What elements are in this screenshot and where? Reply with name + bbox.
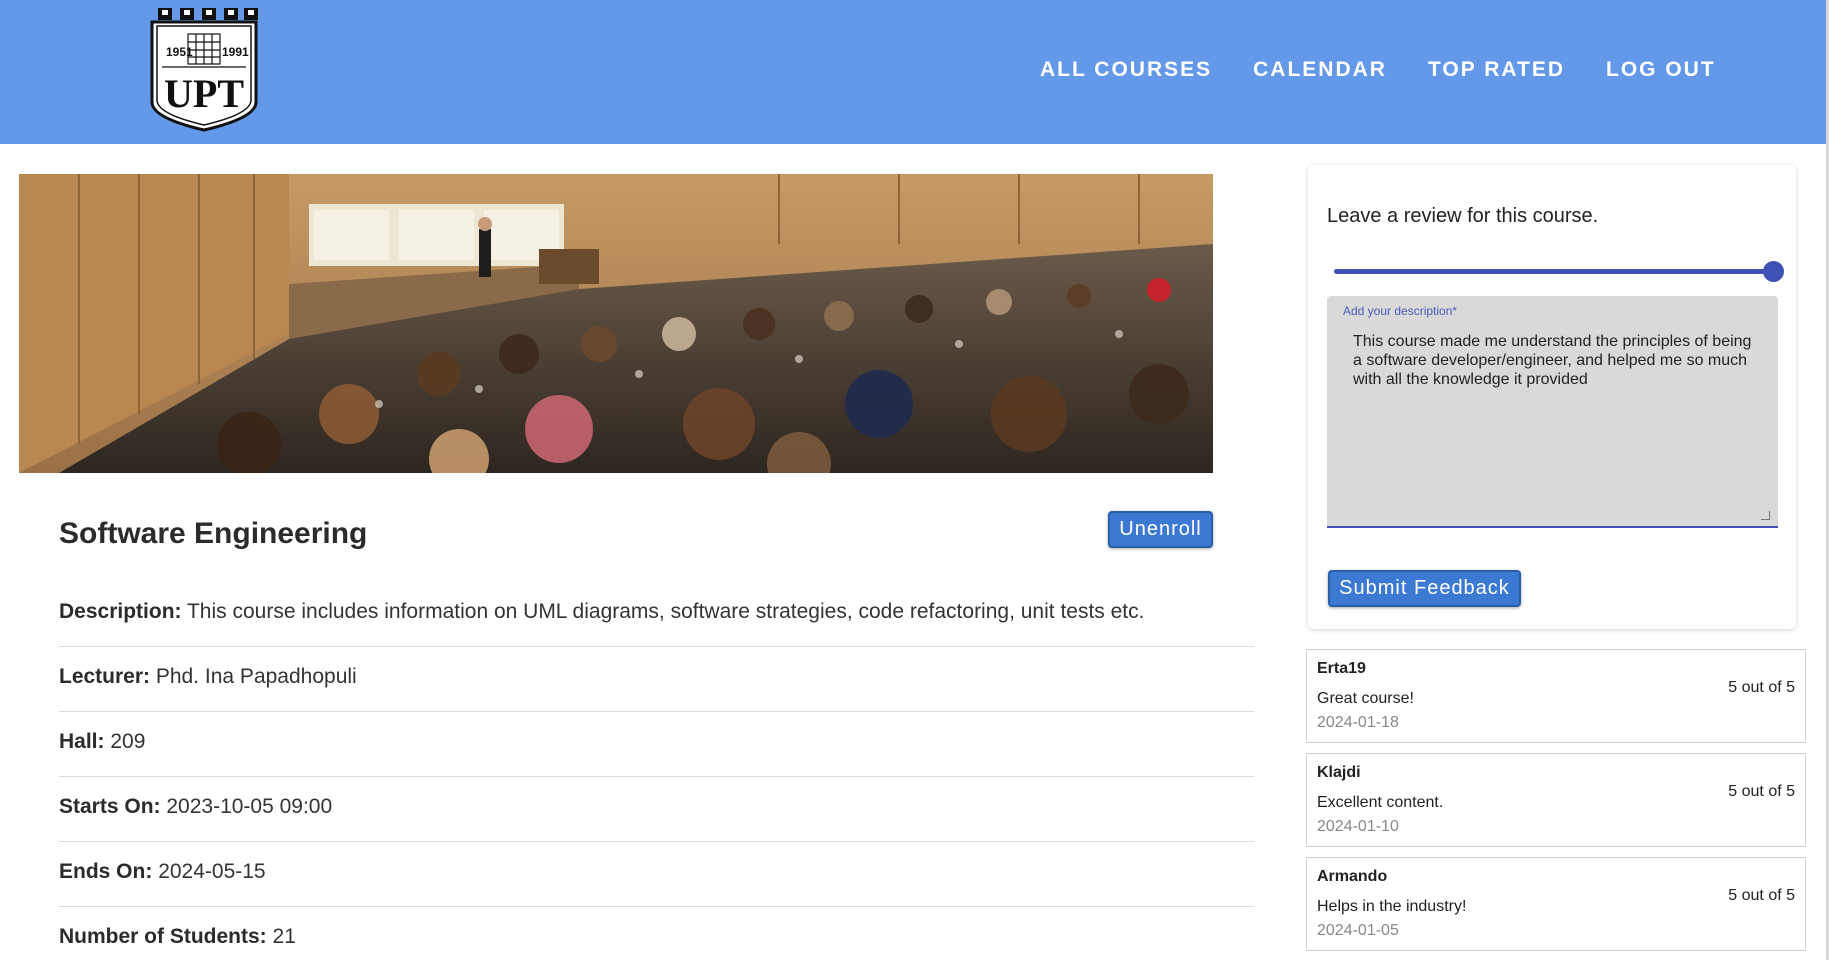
field-label: Hall:	[59, 730, 105, 753]
svg-text:1951: 1951	[166, 45, 193, 59]
svg-text:UPT: UPT	[164, 71, 244, 116]
course-hall-row: Hall: 209	[59, 712, 1254, 777]
course-students-row: Number of Students: 21	[59, 907, 1254, 960]
rating-slider-track[interactable]	[1334, 269, 1774, 274]
field-value: 2023-10-05 09:00	[166, 795, 333, 818]
course-end-row: Ends On: 2024-05-15	[59, 842, 1254, 907]
field-value: 2024-05-15	[158, 860, 266, 883]
nav-calendar[interactable]: CALENDAR	[1253, 58, 1387, 82]
unenroll-button[interactable]: Unenroll	[1108, 511, 1213, 548]
review-comment: Helps in the industry!	[1317, 898, 1467, 915]
svg-text:1991: 1991	[222, 45, 249, 59]
field-label: Description:	[59, 600, 182, 623]
course-hero-image	[19, 174, 1213, 473]
main-nav: ALL COURSES CALENDAR TOP RATED LOG OUT	[1040, 58, 1757, 82]
review-rating: 5 out of 5	[1728, 887, 1795, 904]
nav-top-rated[interactable]: TOP RATED	[1428, 58, 1565, 82]
description-label: Add your description*	[1343, 304, 1458, 318]
field-value: This course includes information on UML …	[186, 600, 1145, 623]
review-item: Klajdi Excellent content. 2024-01-10 5 o…	[1306, 753, 1806, 847]
nav-log-out[interactable]: LOG OUT	[1606, 58, 1716, 82]
field-label: Lecturer:	[59, 665, 151, 688]
review-date: 2024-01-18	[1317, 714, 1399, 731]
submit-feedback-button[interactable]: Submit Feedback	[1328, 570, 1521, 607]
review-rating: 5 out of 5	[1728, 783, 1795, 800]
course-description-row: Description: This course includes inform…	[59, 582, 1254, 647]
review-comment: Excellent content.	[1317, 794, 1444, 811]
review-comment: Great course!	[1317, 690, 1414, 707]
field-label: Starts On:	[59, 795, 161, 818]
nav-all-courses[interactable]: ALL COURSES	[1040, 58, 1212, 82]
review-item: Erta19 Great course! 2024-01-18 5 out of…	[1306, 649, 1806, 743]
review-rating: 5 out of 5	[1728, 679, 1795, 696]
field-label: Ends On:	[59, 860, 153, 883]
field-value: 209	[110, 730, 146, 753]
description-value[interactable]: This course made me understand the princ…	[1353, 332, 1763, 389]
review-username: Erta19	[1317, 660, 1366, 677]
field-value: 21	[272, 925, 296, 948]
review-prompt: Leave a review for this course.	[1327, 205, 1599, 227]
rating-slider-thumb[interactable]	[1763, 261, 1784, 282]
upt-logo[interactable]: 1951 1991 UPT	[148, 6, 260, 132]
field-label: Number of Students:	[59, 925, 267, 948]
field-value: Phd. Ina Papadhopuli	[155, 665, 357, 688]
review-item: Armando Helps in the industry! 2024-01-0…	[1306, 857, 1806, 951]
course-lecturer-row: Lecturer: Phd. Ina Papadhopuli	[59, 647, 1254, 712]
course-title: Software Engineering	[59, 517, 368, 550]
top-navbar: 1951 1991 UPT ALL COURSES CALENDAR TOP R…	[0, 0, 1829, 144]
review-username: Armando	[1317, 868, 1388, 885]
review-date: 2024-01-05	[1317, 922, 1399, 939]
resize-handle-icon[interactable]	[1761, 511, 1770, 520]
review-username: Klajdi	[1317, 764, 1361, 781]
review-form-card: Leave a review for this course. Add your…	[1308, 165, 1796, 629]
description-textarea[interactable]: Add your description* This course made m…	[1327, 296, 1778, 528]
review-date: 2024-01-10	[1317, 818, 1399, 835]
course-start-row: Starts On: 2023-10-05 09:00	[59, 777, 1254, 842]
